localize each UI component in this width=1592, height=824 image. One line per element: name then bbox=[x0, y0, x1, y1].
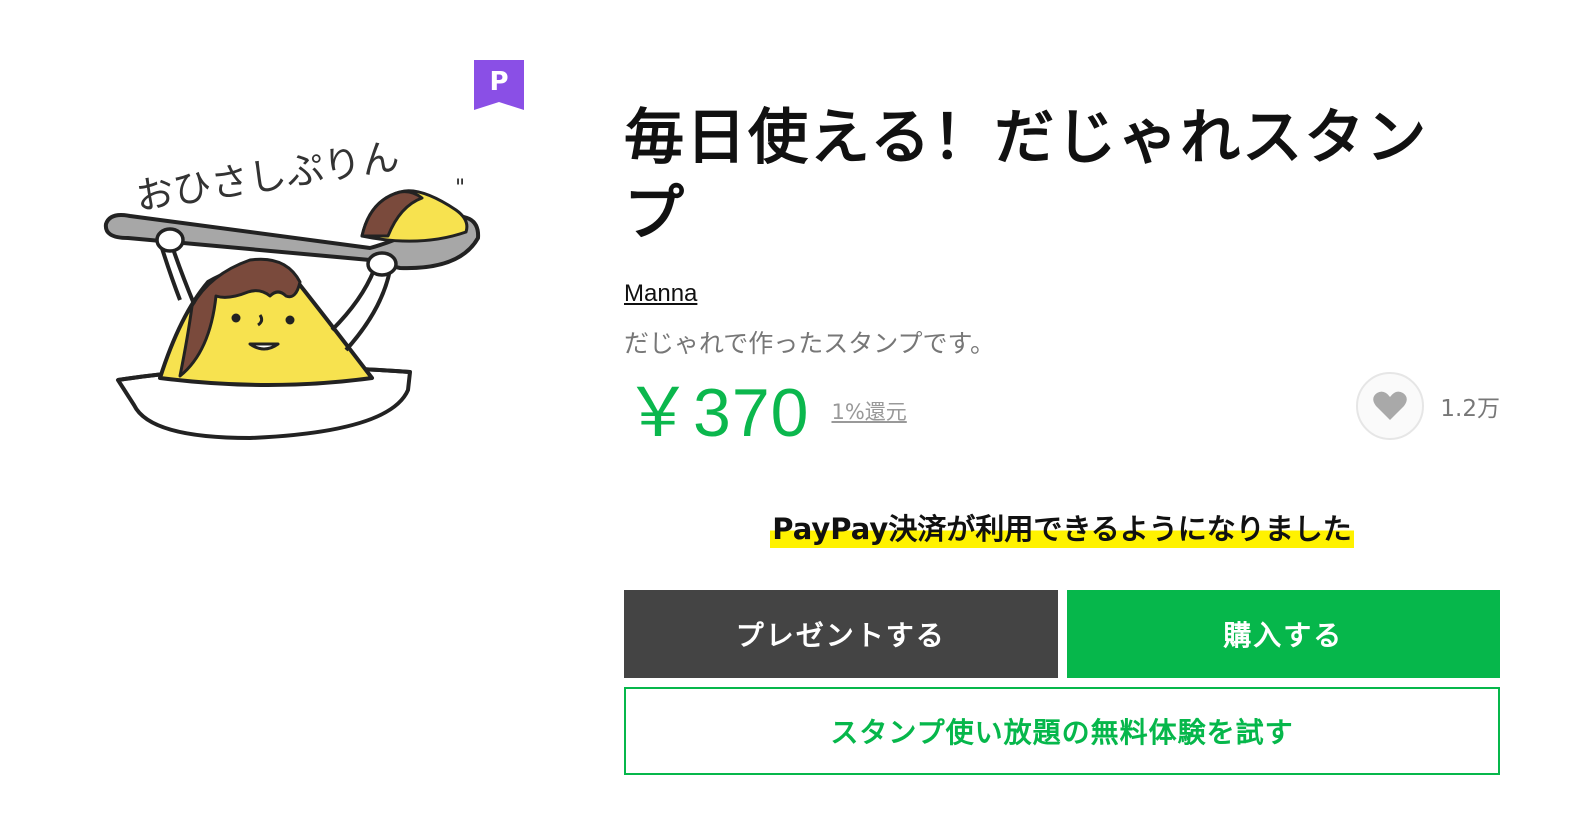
heart-icon bbox=[1373, 391, 1408, 420]
cashback-link[interactable]: 1%還元 bbox=[831, 396, 906, 426]
product-info: 毎日使える！だじゃれスタンプ Manna だじゃれで作ったスタンプです。 ￥37… bbox=[624, 100, 1500, 451]
like-area: 1.2万 bbox=[1356, 372, 1500, 440]
like-button[interactable] bbox=[1356, 372, 1425, 440]
notice-text: PayPay決済が利用できるようになりました bbox=[770, 506, 1354, 548]
price: ￥370 bbox=[624, 374, 810, 451]
present-button[interactable]: プレゼントする bbox=[624, 590, 1058, 678]
free-trial-button[interactable]: スタンプ使い放題の無料体験を試す bbox=[624, 687, 1500, 775]
sticker-preview: おひさしぷりん " P bbox=[100, 60, 540, 460]
like-count: 1.2万 bbox=[1440, 396, 1500, 422]
purchase-actions: プレゼントする 購入する bbox=[624, 590, 1500, 678]
product-description: だじゃれで作ったスタンプです。 bbox=[624, 329, 996, 358]
svg-text:": " bbox=[455, 176, 465, 201]
payment-notice: PayPay決済が利用できるようになりました bbox=[624, 506, 1500, 548]
sticker-caption: おひさしぷりん bbox=[133, 134, 403, 219]
price-row: ￥370 1%還元 1.2万 bbox=[624, 366, 1500, 451]
author-link[interactable]: Manna bbox=[624, 280, 697, 308]
sticker-main-image: おひさしぷりん " bbox=[103, 134, 481, 440]
buy-button[interactable]: 購入する bbox=[1066, 590, 1500, 678]
product-title: 毎日使える！だじゃれスタンプ bbox=[624, 103, 1429, 249]
